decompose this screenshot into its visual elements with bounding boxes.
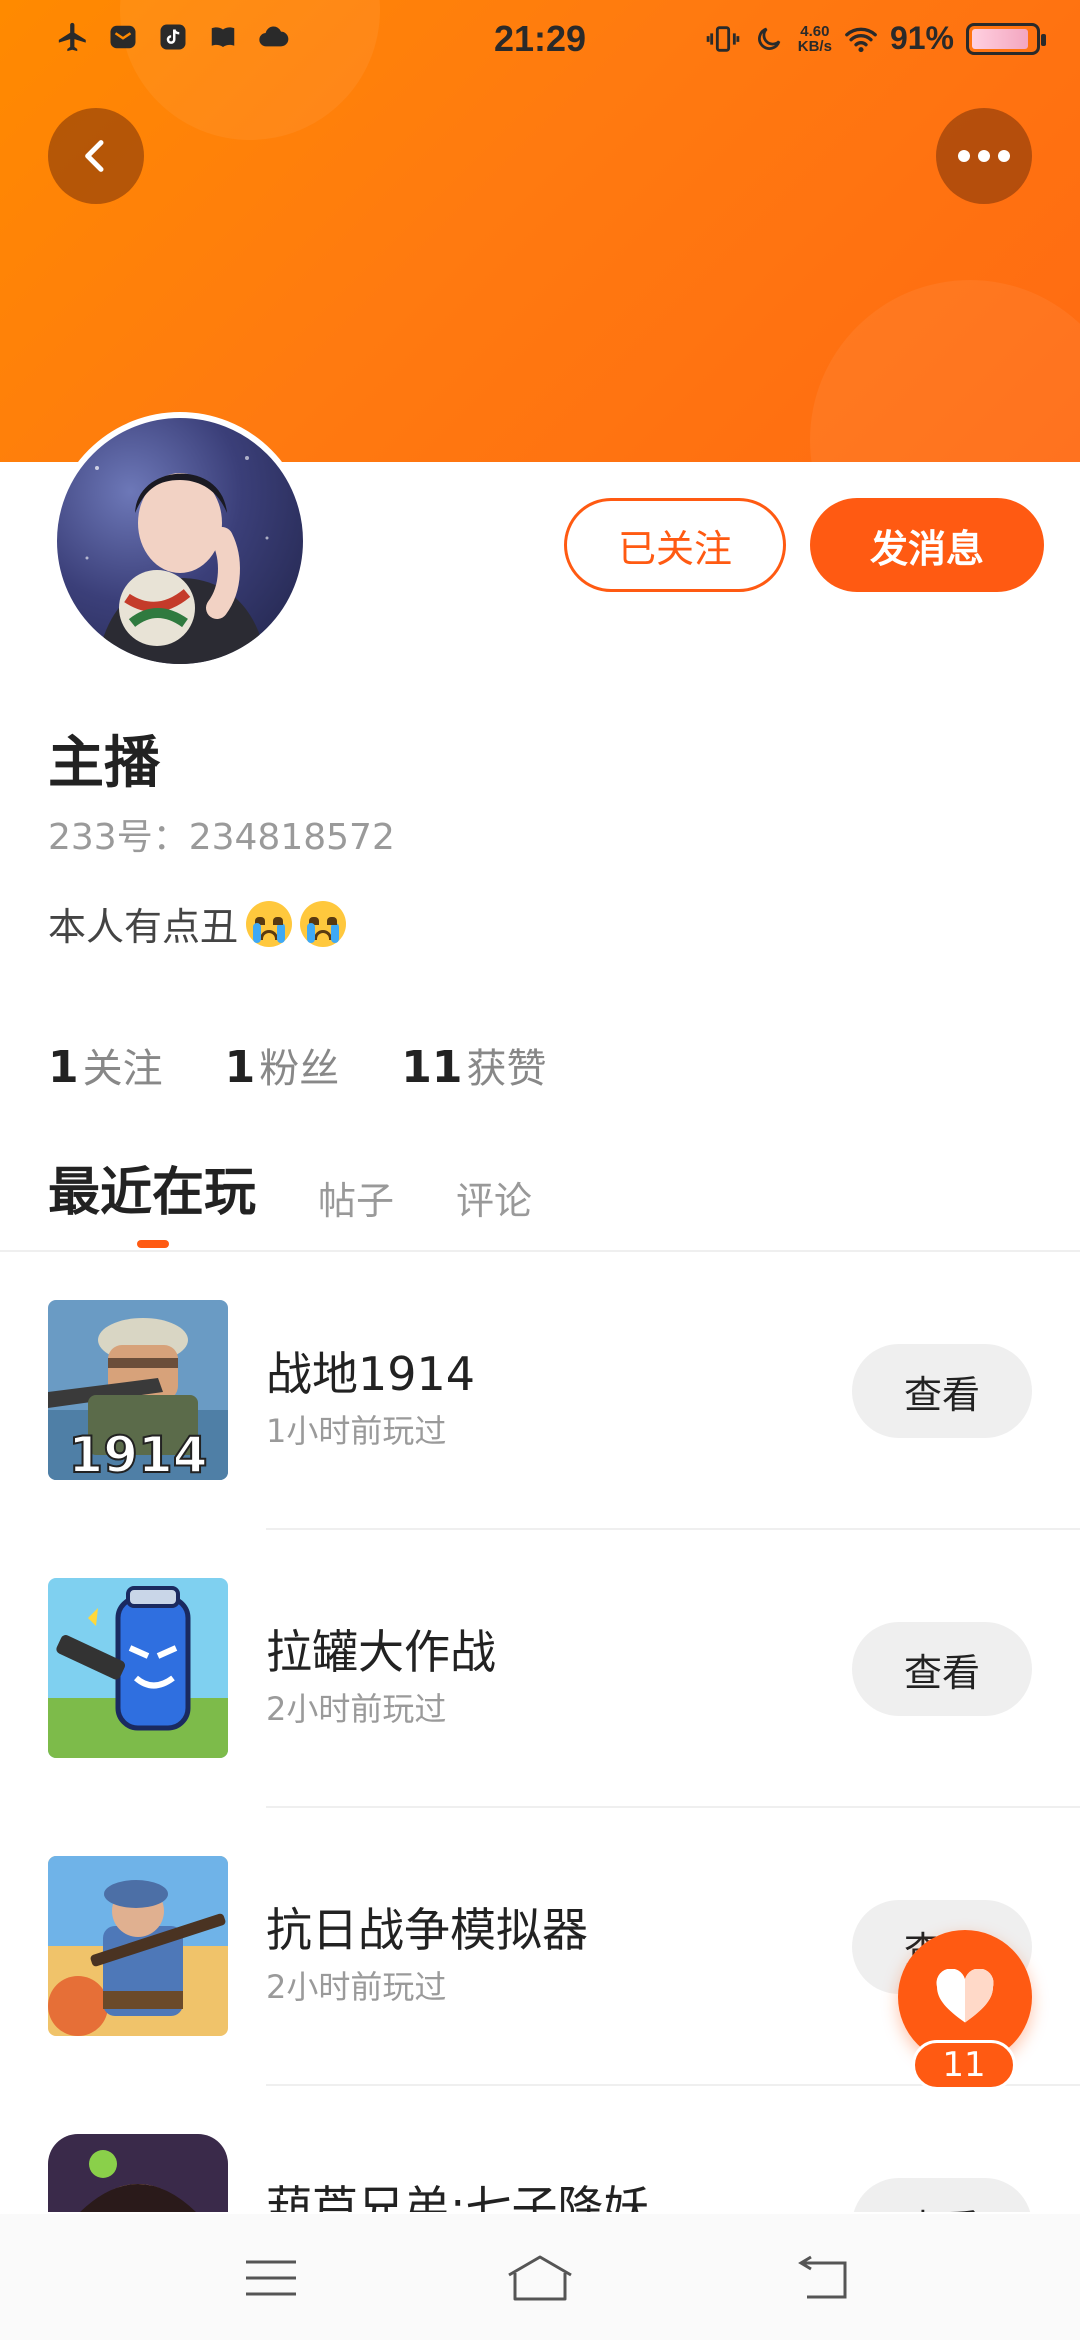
home-icon[interactable] (505, 2250, 575, 2306)
bio-text: 本人有点丑 (48, 905, 239, 949)
followers-count[interactable]: 1 粉丝 (225, 1036, 340, 1094)
game-thumbnail[interactable]: 1914 (48, 1300, 228, 1480)
menu-icon[interactable] (236, 2250, 306, 2306)
game-thumbnail[interactable] (48, 1578, 228, 1758)
game-thumbnail[interactable] (48, 1856, 228, 2036)
following-button[interactable]: 已关注 (564, 498, 786, 592)
list-item[interactable]: 葫芦兄弟:七子降妖 查看 (0, 2086, 1080, 2212)
vibrate-icon (706, 22, 740, 56)
stat-number: 1 (48, 1042, 79, 1093)
more-options-button[interactable] (936, 108, 1032, 204)
tab-posts[interactable]: 帖子 (318, 1170, 394, 1231)
last-played-time: 2小时前玩过 (266, 1690, 447, 1728)
battery-level-fill (972, 28, 1029, 49)
heart-icon (936, 1969, 994, 2023)
stat-number: 11 (401, 1042, 463, 1093)
stat-label: 粉丝 (259, 1046, 340, 1092)
crying-face-icon (246, 900, 293, 947)
network-speed-value: 4.60 (800, 22, 830, 40)
more-horizontal-icon (958, 150, 1010, 162)
view-button[interactable]: 查看 (852, 2178, 1032, 2212)
system-navigation-bar (0, 2214, 1080, 2340)
last-played-time: 2小时前玩过 (266, 1968, 447, 2006)
stat-label: 获赞 (466, 1046, 547, 1092)
do-not-disturb-moon-icon (752, 22, 786, 56)
chevron-left-icon (85, 140, 104, 172)
game-title: 抗日战争模拟器 (266, 1903, 588, 1957)
profile-tabs: 最近在玩 帖子 评论 (48, 1150, 532, 1231)
last-played-time: 1小时前玩过 (266, 1412, 447, 1450)
game-thumbnail-text: 1914 (68, 1426, 207, 1480)
username: 主播 (48, 731, 160, 796)
back-arrow-icon[interactable] (788, 2250, 858, 2306)
active-tab-indicator (137, 1240, 169, 1248)
list-item[interactable]: 拉罐大作战 2小时前玩过 查看 (0, 1530, 1080, 1808)
avatar[interactable] (51, 412, 309, 670)
tab-recently-played[interactable]: 最近在玩 (48, 1150, 256, 1231)
status-bar: 21:29 4.60 KB/s 91% (0, 0, 1080, 86)
wifi-icon (844, 22, 878, 56)
crying-face-icon (300, 900, 347, 947)
game-title: 拉罐大作战 (266, 1625, 496, 1679)
profile-stats: 1 关注 1 粉丝 11 获赞 (48, 1036, 546, 1094)
like-count-badge: 11 (912, 2040, 1016, 2090)
stat-label: 关注 (82, 1046, 163, 1092)
following-count[interactable]: 1 关注 (48, 1036, 163, 1094)
tab-comments[interactable]: 评论 (456, 1170, 532, 1231)
view-button[interactable]: 查看 (852, 1622, 1032, 1716)
battery-icon (966, 22, 1046, 55)
user-id: 233号：234818572 (48, 817, 395, 858)
network-speed: 4.60 KB/s (798, 24, 832, 54)
battery-percent: 91% (889, 20, 954, 56)
list-item[interactable]: 1914 战地1914 1小时前玩过 查看 (0, 1252, 1080, 1530)
likes-count[interactable]: 11 获赞 (401, 1036, 546, 1094)
stat-number: 1 (224, 1042, 256, 1093)
network-speed-unit: KB/s (797, 37, 832, 55)
game-thumbnail[interactable] (48, 2134, 228, 2212)
game-title: 葫芦兄弟:七子降妖 (266, 2181, 650, 2212)
user-bio: 本人有点丑 (48, 896, 347, 951)
send-message-button[interactable]: 发消息 (810, 498, 1044, 592)
game-title: 战地1914 (266, 1347, 476, 1401)
back-button[interactable] (48, 108, 144, 204)
view-button[interactable]: 查看 (852, 1344, 1032, 1438)
